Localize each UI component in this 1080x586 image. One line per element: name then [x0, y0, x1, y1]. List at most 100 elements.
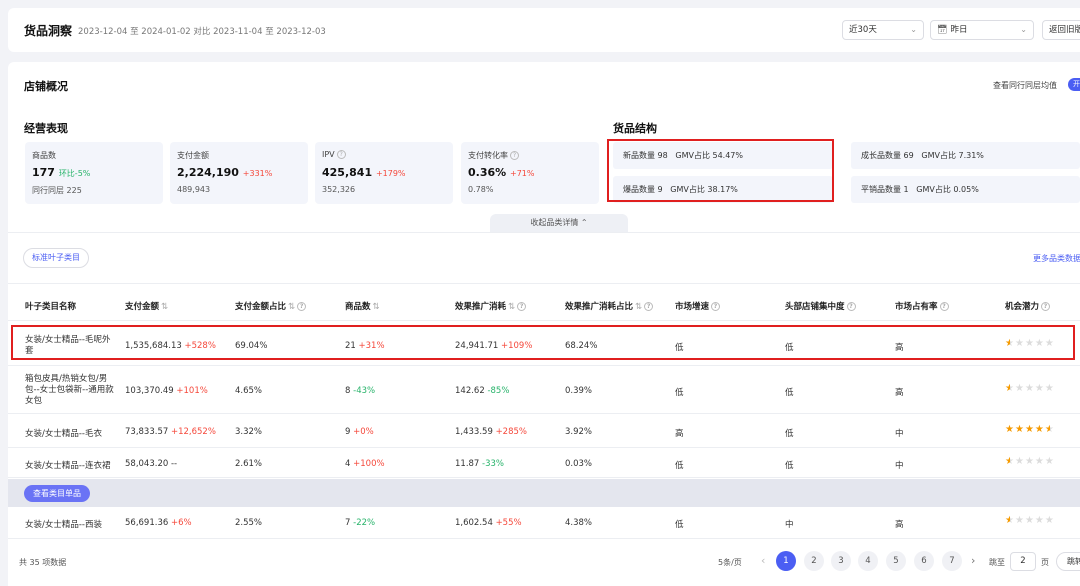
prev-page-icon[interactable]: ‹	[761, 554, 765, 567]
jump-page-input[interactable]: 2	[1010, 552, 1036, 571]
star-icon: ★	[1044, 515, 1055, 526]
row-market-share: 中	[895, 429, 904, 439]
row-growth: 低	[675, 461, 684, 471]
col-potential: 机会潜力?	[1005, 300, 1051, 312]
star-icon: ★	[1044, 424, 1055, 435]
help-icon[interactable]: ?	[939, 302, 949, 311]
star-icon: ★	[1034, 424, 1045, 435]
col-ad-share[interactable]: 效果推广消耗占比 ⇅?	[565, 300, 654, 312]
star-icon: ★	[1005, 424, 1015, 435]
help-icon[interactable]: ?	[517, 302, 527, 311]
date-select[interactable]: 📅︎ 昨日 ⌄	[930, 20, 1034, 40]
sort-icon: ⇅	[288, 302, 296, 312]
star-icon: ★	[1044, 383, 1055, 394]
row-goods: 9 +0%	[345, 427, 374, 437]
col-concentration: 头部店铺集中度?	[785, 300, 856, 312]
row-name: 女装/女士精品--毛衣	[25, 429, 102, 439]
col-market-share: 市场占有率?	[895, 300, 949, 312]
row-ad-share: 0.03%	[565, 459, 593, 469]
star-icon: ★	[1034, 515, 1045, 526]
star-icon: ★	[1034, 383, 1045, 394]
metric-card-conversion: 支付转化率? 0.36% +71% 0.78%	[461, 142, 599, 204]
row-ad: 1,602.54 +55%	[455, 518, 522, 528]
sort-icon: ⇅	[161, 302, 169, 312]
star-icon: ★	[1014, 424, 1025, 435]
star-rating: ★★★★★	[1005, 456, 1055, 467]
page-button-5[interactable]: 5	[886, 551, 906, 571]
star-icon: ★	[1014, 456, 1025, 467]
help-icon[interactable]: ?	[846, 302, 856, 311]
star-icon: ★	[1014, 515, 1025, 526]
chevron-down-icon: ⌄	[910, 25, 917, 34]
highlight-box	[11, 325, 1075, 360]
jump-label: 跳至	[989, 558, 1005, 567]
highlight-box	[607, 139, 834, 202]
page-size[interactable]: 5条/页	[718, 557, 742, 568]
row-concentration: 低	[785, 429, 794, 439]
row-concentration: 中	[785, 520, 794, 530]
row-pay-share: 4.65%	[235, 386, 263, 396]
page-title: 货品洞察	[24, 24, 73, 38]
star-icon: ★	[1024, 424, 1035, 435]
row-ad: 142.62 -85%	[455, 386, 510, 396]
row-concentration: 低	[785, 461, 794, 471]
top-bar: 货品洞察 2023-12-04 至 2024-01-02 对比 2023-11-…	[8, 8, 1080, 52]
structure-title: 货品结构	[613, 122, 657, 135]
star-icon: ★	[1024, 383, 1035, 394]
structure-flat: 平销品数量 1 GMV占比 0.05%	[851, 176, 1080, 203]
help-icon[interactable]: ?	[510, 151, 519, 160]
peer-avg-label: 查看同行同层均值	[993, 81, 1057, 90]
sort-icon: ⇅	[372, 302, 380, 312]
col-pay[interactable]: 支付金额 ⇅	[125, 300, 168, 312]
row-goods: 7 -22%	[345, 518, 376, 528]
leaf-category-chip[interactable]: 标准叶子类目	[23, 248, 89, 268]
row-pay-share: 3.32%	[235, 427, 263, 437]
metric-card-ipv: IPV? 425,841 +179% 352,326	[315, 142, 453, 204]
page-button-2[interactable]: 2	[804, 551, 824, 571]
back-old-version-button[interactable]: 返回旧版	[1042, 20, 1080, 40]
jump-button[interactable]: 跳转	[1056, 552, 1080, 571]
row-concentration: 低	[785, 388, 794, 398]
next-page-icon[interactable]: ›	[971, 554, 975, 567]
star-rating: ★★★★★	[1005, 515, 1055, 526]
period-select[interactable]: 近30天 ⌄	[842, 20, 924, 40]
page-unit: 页	[1041, 558, 1049, 567]
date-range: 2023-12-04 至 2024-01-02 对比 2023-11-04 至 …	[78, 27, 326, 37]
col-goods[interactable]: 商品数 ⇅	[345, 300, 380, 312]
view-items-button[interactable]: 查看类目单品	[24, 485, 90, 502]
collapse-details-button[interactable]: 收起品类详情 ⌃	[490, 214, 628, 232]
star-icon: ★	[1005, 456, 1015, 467]
page-button-1[interactable]: 1	[776, 551, 796, 571]
more-category-link[interactable]: 更多品类数据	[1033, 253, 1080, 264]
row-pay: 56,691.36 +6%	[125, 518, 192, 528]
star-icon: ★	[1005, 515, 1015, 526]
metric-card-goods: 商品数 177 环比-5% 同行同层 225	[25, 142, 163, 204]
col-growth: 市场增速?	[675, 300, 721, 312]
star-icon: ★	[1024, 515, 1035, 526]
divider	[8, 283, 1080, 284]
row-expand-band	[8, 479, 1080, 507]
star-icon: ★	[1024, 456, 1035, 467]
help-icon[interactable]: ?	[297, 302, 307, 311]
row-pay-share: 2.55%	[235, 518, 263, 528]
chevron-up-circle-icon: ⌃	[580, 218, 588, 227]
help-icon[interactable]: ?	[644, 302, 654, 311]
row-growth: 低	[675, 388, 684, 398]
row-name: 箱包皮具/热销女包/男包--女士包袋新--通用款女包	[25, 374, 114, 406]
row-ad-share: 3.92%	[565, 427, 593, 437]
row-ad: 1,433.59 +285%	[455, 427, 527, 437]
help-icon[interactable]: ?	[336, 150, 346, 159]
col-pay-share[interactable]: 支付金额占比 ⇅?	[235, 300, 307, 312]
page-button-7[interactable]: 7	[942, 551, 962, 571]
page-button-4[interactable]: 4	[858, 551, 878, 571]
peer-avg-toggle[interactable]: 开	[1068, 78, 1080, 91]
page-button-3[interactable]: 3	[831, 551, 851, 571]
help-icon[interactable]: ?	[1041, 302, 1051, 311]
page-button-6[interactable]: 6	[914, 551, 934, 571]
help-icon[interactable]: ?	[711, 302, 721, 311]
row-goods: 8 -43%	[345, 386, 376, 396]
col-ad[interactable]: 效果推广消耗 ⇅?	[455, 300, 527, 312]
row-ad-share: 4.38%	[565, 518, 593, 528]
calendar-icon: 📅︎	[937, 25, 948, 35]
row-ad: 11.87 -33%	[455, 459, 505, 469]
